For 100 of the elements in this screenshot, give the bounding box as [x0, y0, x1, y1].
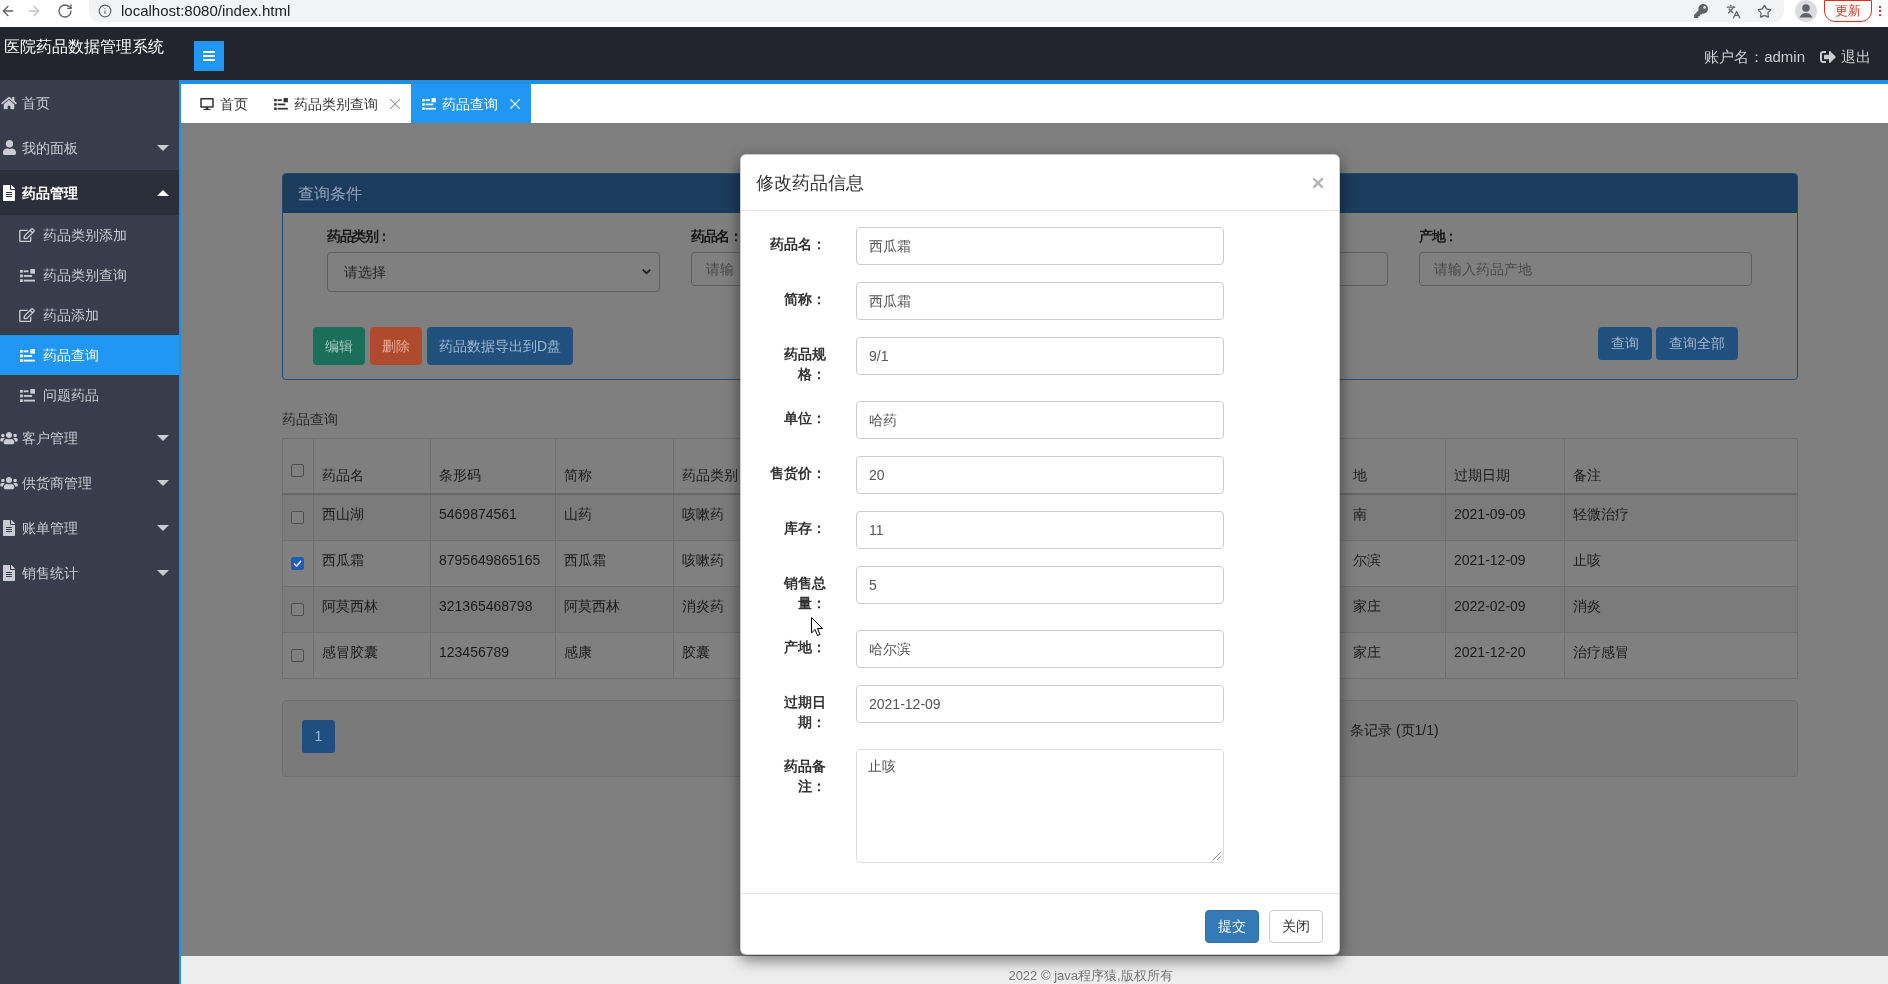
table-cell-text: 家庄 [1353, 643, 1381, 662]
sidebar-item[interactable]: 销售统计 [0, 550, 179, 595]
column-header: 备注 [1573, 466, 1601, 485]
column-header: 地 [1353, 466, 1367, 485]
address-bar[interactable]: localhost:8080/index.html [89, 0, 1784, 22]
logout-icon [1820, 49, 1836, 65]
input-field[interactable]: 11 [856, 511, 1224, 549]
column-header: 条形码 [439, 466, 481, 485]
home-icon [1, 95, 17, 110]
table-cell-text: 治疗感冒 [1573, 643, 1629, 662]
list-icon [19, 268, 35, 282]
sidebar-item[interactable]: 供货商管理 [0, 460, 179, 505]
action-button[interactable]: 药品数据导出到D盘 [427, 327, 574, 365]
sidebar-item[interactable]: 客户管理 [0, 415, 179, 460]
table-cell-text: 山药 [564, 505, 592, 524]
table-cell-text: 尔滨 [1353, 551, 1381, 570]
chevron-down-icon [642, 269, 651, 275]
table-cell-text: 阿莫西林 [564, 597, 620, 616]
table-cell-text: 家庄 [1353, 597, 1381, 616]
document-icon [3, 519, 15, 536]
field-label: 药品名： [770, 236, 826, 252]
document-icon [3, 564, 15, 581]
input-field[interactable]: 西瓜霜 [856, 227, 1224, 265]
caret-up-icon [157, 189, 169, 196]
input-field[interactable]: 哈尔滨 [856, 630, 1224, 668]
field-label: 库存： [784, 520, 826, 536]
sidebar-subitem[interactable]: 问题药品 [0, 375, 179, 415]
users-icon [0, 475, 18, 490]
sidebar-item[interactable]: 账单管理 [0, 505, 179, 550]
resize-handle-icon[interactable] [1213, 852, 1221, 860]
sidebar-subitem[interactable]: 药品类别添加 [0, 215, 179, 255]
input-field[interactable]: 2021-12-09 [856, 685, 1224, 723]
caret-down-icon [157, 524, 169, 531]
table-cell-text: 西瓜霜 [564, 551, 606, 570]
panel-title: 查询条件 [298, 183, 362, 204]
checkbox[interactable] [291, 603, 304, 616]
translate-icon[interactable] [1726, 3, 1741, 19]
table-cell-text: 西山湖 [322, 505, 364, 524]
table-cell-text: 咳嗽药 [682, 505, 724, 524]
sidebar-item[interactable]: 首页 [0, 80, 179, 125]
table-cell-text: 123456789 [439, 643, 510, 662]
document-icon [3, 184, 15, 201]
caret-down-icon [157, 479, 169, 486]
app-title: 医院药品数据管理系统 [4, 37, 164, 57]
column-header: 过期日期 [1454, 466, 1510, 485]
monitor-icon [200, 97, 214, 110]
input-field[interactable]: 9/1 [856, 337, 1224, 375]
sidebar-subitem[interactable]: 药品类别查询 [0, 255, 179, 295]
table-cell-text: 轻微治疗 [1573, 505, 1629, 524]
page-button[interactable]: 1 [302, 720, 335, 753]
table-cell-text: 消炎药 [682, 597, 724, 616]
dialog-button[interactable]: 关闭 [1269, 910, 1323, 943]
search-button[interactable]: 查询 [1598, 327, 1652, 360]
checkbox[interactable] [291, 649, 304, 662]
field-label: 产地： [784, 639, 826, 655]
table-caption: 药品查询 [282, 410, 338, 429]
checkbox[interactable] [291, 464, 304, 477]
info-icon[interactable] [98, 4, 112, 18]
sidebar-subitem[interactable]: 药品添加 [0, 295, 179, 335]
logout-button[interactable]: 退出 [1820, 47, 1871, 67]
table-cell-text: 胶囊 [682, 643, 710, 662]
caret-down-icon [157, 144, 169, 151]
field-label: 药品规格： [784, 346, 826, 382]
table-cell-text: 感康 [564, 643, 592, 662]
menu-button[interactable] [194, 41, 224, 71]
list-icon [422, 97, 436, 110]
caret-down-icon [157, 434, 169, 441]
sidebar-item[interactable]: 药品管理 [0, 170, 179, 215]
table-cell-text: 止咳 [1573, 551, 1601, 570]
table-cell-text: 咳嗽药 [682, 551, 724, 570]
field-label: 售货价： [770, 465, 826, 481]
avatar-icon[interactable] [1795, 0, 1817, 22]
input-field[interactable]: 哈药 [856, 401, 1224, 439]
field-label: 药品名： [691, 227, 741, 246]
select-field[interactable]: 请选择 [327, 252, 660, 292]
star-icon[interactable] [1757, 3, 1772, 19]
search-button[interactable]: 查询全部 [1656, 327, 1738, 360]
text-area[interactable]: 止咳 [856, 749, 1224, 863]
field-label: 药品备注： [784, 758, 826, 794]
key-icon[interactable] [1694, 4, 1708, 18]
sidebar-item[interactable]: 我的面板 [0, 125, 179, 170]
input-field[interactable]: 5 [856, 566, 1224, 604]
list-icon [19, 388, 35, 402]
input-field[interactable]: 西瓜霜 [856, 282, 1224, 320]
copyright-text: 2022 © java程序猿,版权所有 [1008, 968, 1173, 983]
field-label: 销售总量： [784, 575, 826, 611]
mouse-cursor-icon [811, 617, 823, 636]
input-field[interactable]: 20 [856, 456, 1224, 494]
submit-button[interactable]: 提交 [1205, 910, 1259, 943]
users-icon [0, 430, 18, 445]
checkbox[interactable] [291, 511, 304, 524]
update-button[interactable]: 更新 [1824, 0, 1872, 22]
close-icon [1313, 177, 1323, 188]
url-text: localhost:8080/index.html [121, 2, 291, 20]
checkbox[interactable] [291, 557, 304, 570]
table-cell-text: 2021-12-20 [1454, 643, 1526, 662]
reload-icon[interactable] [57, 3, 73, 19]
field-label: 单位： [784, 410, 826, 426]
list-icon [19, 348, 35, 362]
edit-icon [19, 308, 35, 322]
